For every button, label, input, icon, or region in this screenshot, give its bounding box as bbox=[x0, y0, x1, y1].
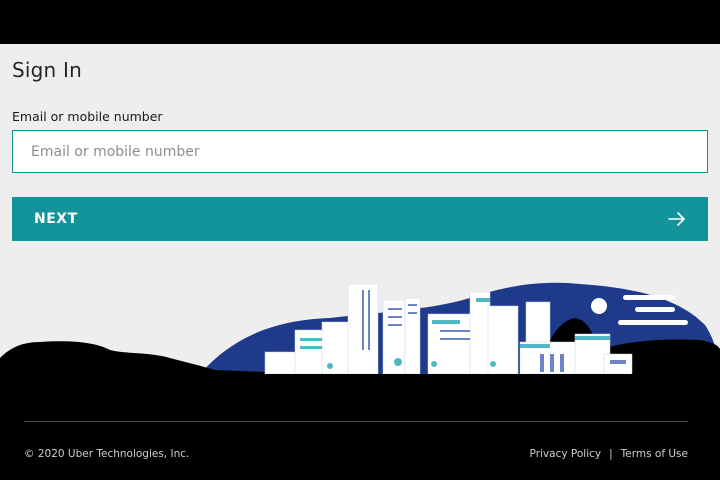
city-skyline-illustration bbox=[0, 282, 720, 374]
top-bar bbox=[0, 0, 720, 44]
footer: © 2020 Uber Technologies, Inc. Privacy P… bbox=[0, 374, 720, 480]
email-field[interactable] bbox=[13, 131, 707, 172]
moon-shape bbox=[591, 298, 607, 314]
email-field-wrapper bbox=[12, 130, 708, 173]
next-button[interactable]: NEXT bbox=[12, 197, 708, 241]
email-label: Email or mobile number bbox=[12, 109, 163, 124]
footer-separator: | bbox=[609, 448, 613, 460]
page-title: Sign In bbox=[12, 58, 82, 82]
privacy-policy-link[interactable]: Privacy Policy bbox=[530, 448, 602, 460]
footer-divider bbox=[24, 421, 688, 422]
sign-in-panel: Sign In Email or mobile number NEXT bbox=[0, 44, 720, 374]
next-button-label: NEXT bbox=[34, 211, 78, 227]
arrow-right-icon bbox=[668, 212, 685, 226]
copyright-text: © 2020 Uber Technologies, Inc. bbox=[24, 448, 190, 460]
terms-of-use-link[interactable]: Terms of Use bbox=[621, 448, 688, 460]
footer-links: Privacy Policy | Terms of Use bbox=[530, 448, 688, 460]
